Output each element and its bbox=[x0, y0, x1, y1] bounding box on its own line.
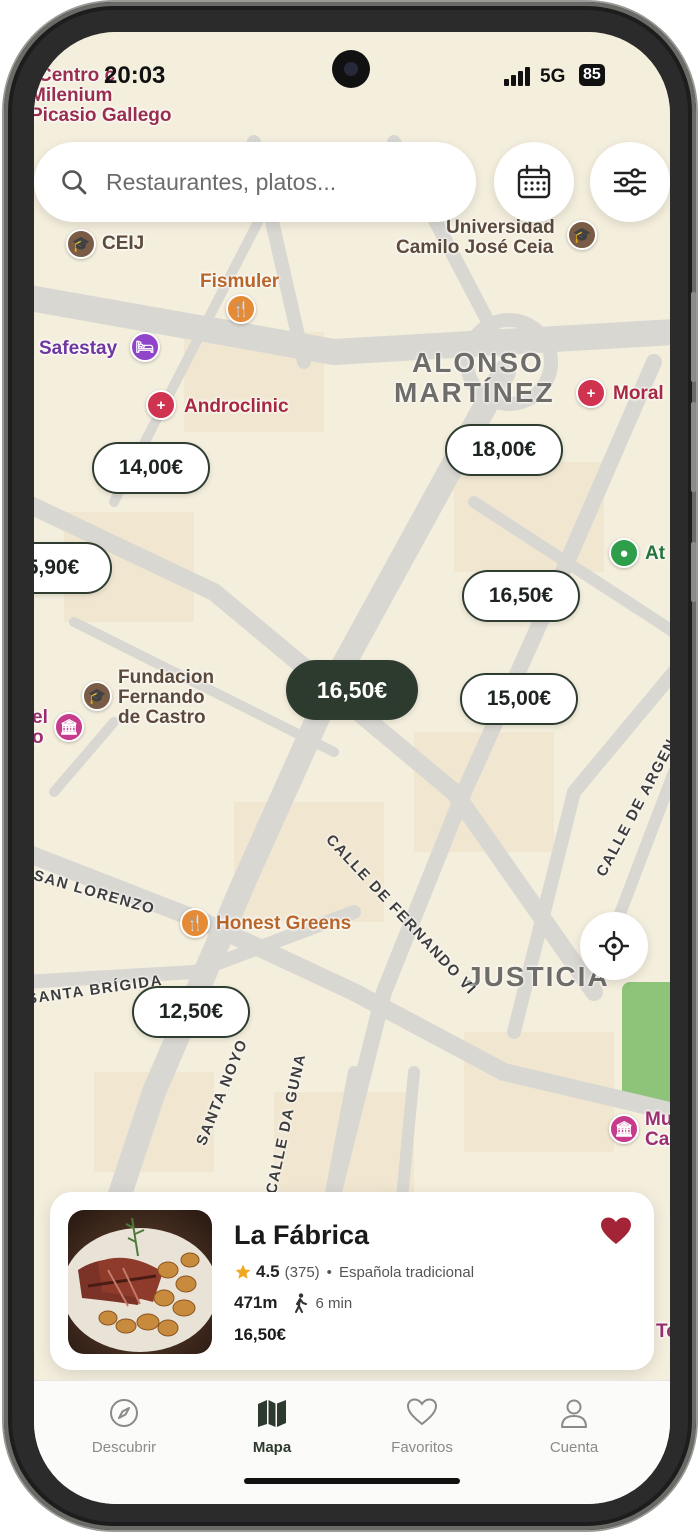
tab-label: Descubrir bbox=[91, 1439, 157, 1456]
poi-label: Ca bbox=[645, 1129, 670, 1150]
education-icon[interactable]: 🎓 bbox=[82, 681, 112, 711]
museum-icon[interactable]: 🏛 bbox=[609, 1114, 639, 1144]
poi-label: el bbox=[34, 707, 48, 728]
hotel-icon[interactable]: 🛏 bbox=[130, 332, 160, 362]
district-label: MARTÍNEZ bbox=[394, 377, 555, 408]
favorite-heart-icon[interactable] bbox=[600, 1216, 632, 1246]
heart-outline-icon bbox=[406, 1398, 438, 1426]
restaurant-card[interactable]: La Fábrica 4.5 (375) • Española tradicio… bbox=[50, 1192, 654, 1370]
home-indicator[interactable] bbox=[244, 1478, 460, 1484]
search-bar[interactable] bbox=[34, 142, 476, 222]
cuisine-label: Española tradicional bbox=[338, 1263, 475, 1281]
restaurant-name: La Fábrica bbox=[234, 1220, 370, 1250]
poi-label: Moral bbox=[613, 383, 664, 404]
tab-label: Mapa bbox=[252, 1439, 292, 1456]
poi-label: de Castro bbox=[118, 707, 206, 728]
education-icon[interactable]: 🎓 bbox=[66, 229, 96, 259]
walking-icon bbox=[295, 1293, 308, 1313]
volume-down-button bbox=[691, 402, 696, 492]
poi-label: Camilo José Ceia bbox=[396, 237, 554, 258]
status-time: 20:03 bbox=[104, 62, 166, 89]
distance-row: 471m 6 min bbox=[234, 1293, 352, 1313]
search-input[interactable] bbox=[106, 168, 436, 196]
museum-icon[interactable]: 🏛 bbox=[54, 712, 84, 742]
price-marker[interactable]: 16,50€ bbox=[462, 570, 580, 622]
poi-label: CEIJ bbox=[102, 233, 145, 254]
restaurant-photo bbox=[68, 1210, 212, 1354]
education-icon[interactable]: 🎓 bbox=[567, 220, 597, 250]
crosshair-icon bbox=[599, 931, 629, 961]
tab-discover[interactable]: Descubrir bbox=[64, 1397, 184, 1456]
tab-label: Cuenta bbox=[549, 1439, 599, 1456]
tab-map[interactable]: Mapa bbox=[212, 1397, 332, 1456]
medical-icon[interactable]: + bbox=[146, 390, 176, 420]
rating-row: 4.5 (375) • Española tradicional bbox=[234, 1262, 474, 1282]
screen: Centro c Milenium Picasio Gallego 🎓 CEIJ… bbox=[34, 32, 670, 1504]
my-location-button[interactable] bbox=[580, 912, 648, 980]
tab-bar: Descubrir Mapa Favoritos Cuenta bbox=[34, 1380, 670, 1504]
poi-label: o bbox=[34, 727, 44, 748]
poi-label: Te bbox=[656, 1321, 670, 1342]
poi-label: Fismuler bbox=[200, 271, 280, 292]
tab-label: Favoritos bbox=[391, 1439, 453, 1456]
tab-favorites[interactable]: Favoritos bbox=[362, 1397, 482, 1456]
user-icon bbox=[561, 1399, 587, 1428]
star-icon bbox=[235, 1264, 251, 1279]
walk-time: 6 min bbox=[315, 1294, 353, 1312]
phone-frame: Centro c Milenium Picasio Gallego 🎓 CEIJ… bbox=[4, 2, 696, 1530]
restaurant-icon[interactable]: 🍴 bbox=[180, 908, 210, 938]
filters-button[interactable] bbox=[590, 142, 670, 222]
battery-icon: 85 bbox=[579, 64, 605, 86]
power-button bbox=[691, 542, 696, 602]
separator-dot: • bbox=[326, 1263, 332, 1281]
poi-label: At bbox=[645, 543, 666, 564]
poi-label: Fernando bbox=[118, 687, 205, 708]
card-price: 16,50€ bbox=[234, 1325, 286, 1344]
poi-label: Safestay bbox=[39, 338, 118, 359]
distance-value: 471m bbox=[234, 1293, 278, 1312]
medical-icon[interactable]: + bbox=[576, 378, 606, 408]
sliders-icon bbox=[613, 168, 647, 196]
price-marker[interactable]: 5,90€ bbox=[34, 542, 112, 594]
price-marker[interactable]: 14,00€ bbox=[92, 442, 210, 494]
price-marker[interactable]: 12,50€ bbox=[132, 986, 250, 1038]
poi-label: Picasio Gallego bbox=[34, 105, 172, 126]
calendar-icon bbox=[517, 164, 551, 199]
poi-label: Honest Greens bbox=[216, 913, 352, 934]
network-type: 5G bbox=[540, 66, 566, 87]
price-marker[interactable]: 15,00€ bbox=[460, 673, 578, 725]
restaurant-icon[interactable]: 🍴 bbox=[226, 294, 256, 324]
district-label: ALONSO bbox=[412, 347, 544, 378]
rating-score: 4.5 bbox=[256, 1262, 280, 1281]
poi-label: Fundacion bbox=[118, 667, 215, 688]
signal-icon bbox=[504, 67, 530, 86]
price-marker-selected[interactable]: 16,50€ bbox=[286, 660, 418, 720]
poi-label: Mu bbox=[645, 1109, 670, 1130]
calendar-button[interactable] bbox=[494, 142, 574, 222]
map-icon bbox=[258, 1400, 286, 1427]
tab-account[interactable]: Cuenta bbox=[514, 1397, 634, 1456]
place-icon[interactable]: ● bbox=[609, 538, 639, 568]
compass-icon bbox=[110, 1399, 138, 1427]
search-icon bbox=[62, 170, 87, 195]
review-count: (375) bbox=[284, 1263, 320, 1281]
price-marker[interactable]: 18,00€ bbox=[445, 424, 563, 476]
volume-up-button bbox=[691, 292, 696, 382]
poi-label: Androclinic bbox=[184, 396, 289, 417]
front-camera bbox=[332, 50, 370, 88]
